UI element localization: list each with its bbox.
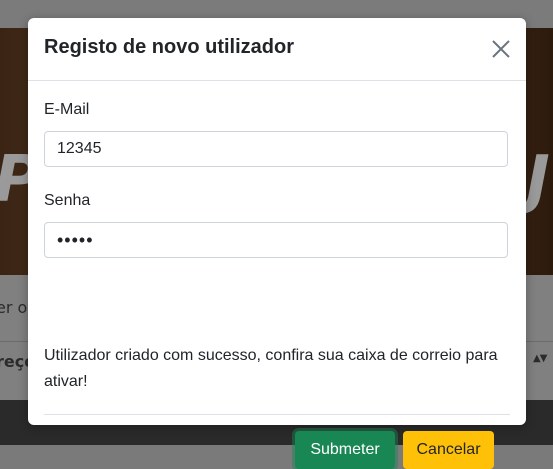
modal-title: Registo de novo utilizador [44, 36, 295, 58]
cancel-button[interactable]: Cancelar [403, 431, 494, 469]
hero-text-right: J [526, 143, 550, 217]
email-field[interactable] [44, 131, 508, 167]
close-icon[interactable] [490, 38, 512, 60]
register-modal: Registo de novo utilizador E-Mail Senha … [28, 18, 526, 469]
password-label: Senha [44, 192, 91, 209]
success-message: Utilizador criado com sucesso, confira s… [44, 347, 498, 390]
sort-icon: ▲▼ [533, 353, 547, 364]
modal-footer-divider [44, 414, 510, 415]
background-text: er o [0, 298, 28, 317]
modal-header: Registo de novo utilizador [28, 18, 526, 81]
email-label: E-Mail [44, 101, 90, 118]
submit-button[interactable]: Submeter [295, 431, 395, 469]
password-field[interactable] [44, 222, 508, 258]
